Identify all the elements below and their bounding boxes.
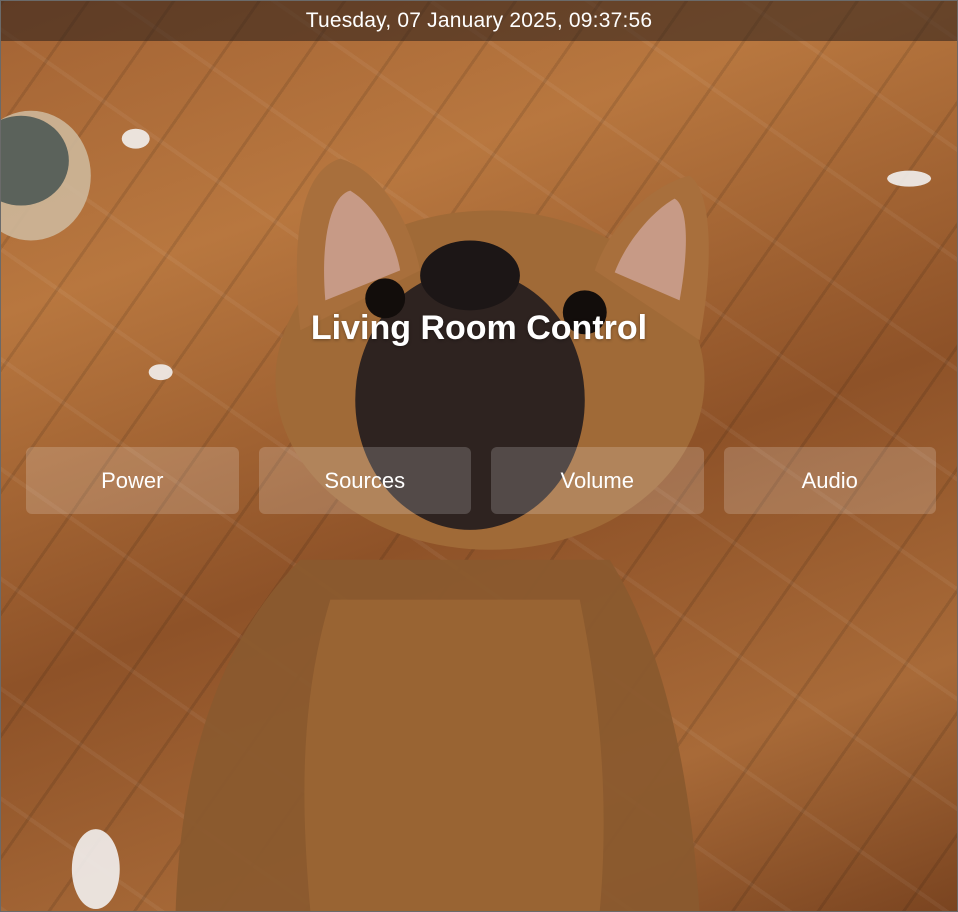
- date-time-display: Tuesday, 07 January 2025, 09:37:56: [305, 9, 653, 32]
- sources-button[interactable]: Sources: [258, 447, 471, 514]
- page-title: Living Room Control: [310, 309, 648, 347]
- audio-button[interactable]: Audio: [723, 447, 936, 514]
- clock-bar: Tuesday, 07 January 2025, 09:37:56: [1, 1, 957, 41]
- power-button[interactable]: Power: [26, 447, 239, 514]
- volume-button[interactable]: Volume: [491, 447, 704, 514]
- control-button-row: Power Sources Volume Audio: [26, 447, 936, 514]
- control-screen: Tuesday, 07 January 2025, 09:37:56 Livin…: [0, 0, 958, 912]
